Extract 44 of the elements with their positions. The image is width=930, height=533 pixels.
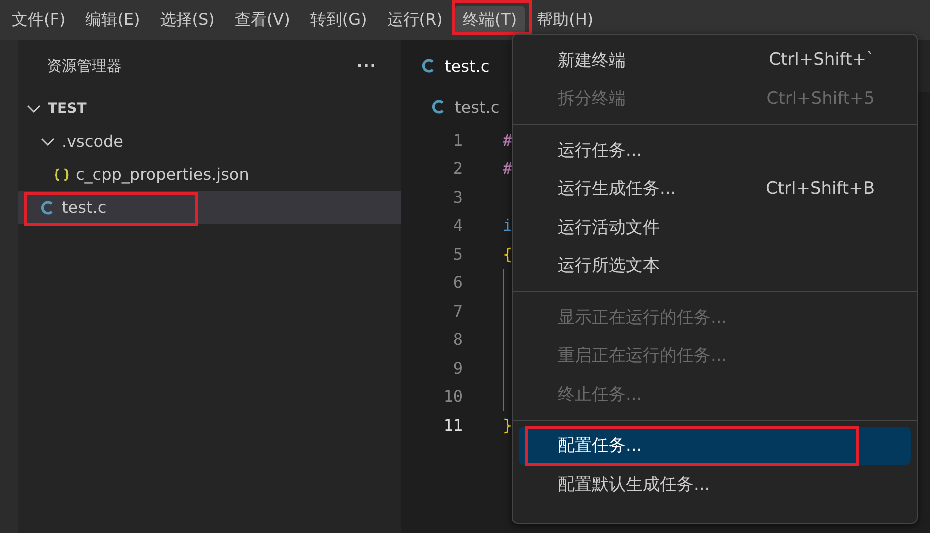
menu-bar-item[interactable]: 编辑(E) <box>78 6 148 34</box>
line-number: 2 <box>452 159 463 178</box>
tree-item-label: c_cpp_properties.json <box>76 165 250 184</box>
menu-bar-item[interactable]: 文件(F) <box>4 6 74 34</box>
tree-item[interactable]: c_cpp_properties.json <box>18 158 401 191</box>
menu-item[interactable]: 新建终端 Ctrl+Shift+` <box>519 41 911 80</box>
menu-bar-item[interactable]: 帮助(H) <box>529 6 602 34</box>
tab-label: test.c <box>445 56 490 76</box>
menu-item[interactable]: 运行任务... <box>519 131 911 170</box>
tree-item[interactable]: test.c <box>18 191 401 224</box>
code-text: } <box>503 414 513 437</box>
line-number: 7 <box>452 302 463 321</box>
line-number: 4 <box>452 216 463 236</box>
menu-bar-item[interactable]: 查看(V) <box>226 6 298 34</box>
tree-item[interactable]: .vscode <box>18 125 401 158</box>
line-number: 6 <box>452 273 463 292</box>
code-text: # <box>503 130 513 152</box>
breadcrumb[interactable]: test.c <box>455 98 500 116</box>
line-number: 1 <box>452 130 463 150</box>
menu-item[interactable]: 运行活动文件 <box>519 208 911 246</box>
line-number: 10 <box>442 387 463 406</box>
code-text: i <box>503 215 513 238</box>
menu-bar-item[interactable]: 运行(R) <box>379 6 451 34</box>
line-number: 8 <box>452 330 463 350</box>
code-text: { <box>503 244 513 266</box>
line-number: 3 <box>452 188 463 207</box>
line-number: 9 <box>452 358 463 378</box>
more-button[interactable]: ··· <box>352 57 381 75</box>
tree-item[interactable]: TEST <box>18 92 401 125</box>
menu-item[interactable]: 配置默认生成任务... <box>519 465 911 504</box>
line-number: 11 <box>442 416 463 435</box>
editor-tab[interactable]: test.c <box>401 40 510 92</box>
line-number: 5 <box>452 244 463 264</box>
menu-item[interactable]: 运行生成任务... Ctrl+Shift+B <box>519 170 911 208</box>
menu-item[interactable]: 运行所选文本 <box>519 246 911 285</box>
menu-bar-item[interactable]: 终端(T) <box>454 6 526 34</box>
code-text: # <box>503 158 513 180</box>
menu-bar-item[interactable]: 选择(S) <box>152 6 223 34</box>
tree-item-label: TEST <box>48 100 87 116</box>
braces-icon <box>54 166 70 182</box>
tree-item-label: .vscode <box>62 132 124 151</box>
sidebar-title: 资源管理器 <box>47 56 122 76</box>
menu-bar-item[interactable]: 转到(G) <box>302 6 376 34</box>
tree-item-label: test.c <box>62 198 107 217</box>
